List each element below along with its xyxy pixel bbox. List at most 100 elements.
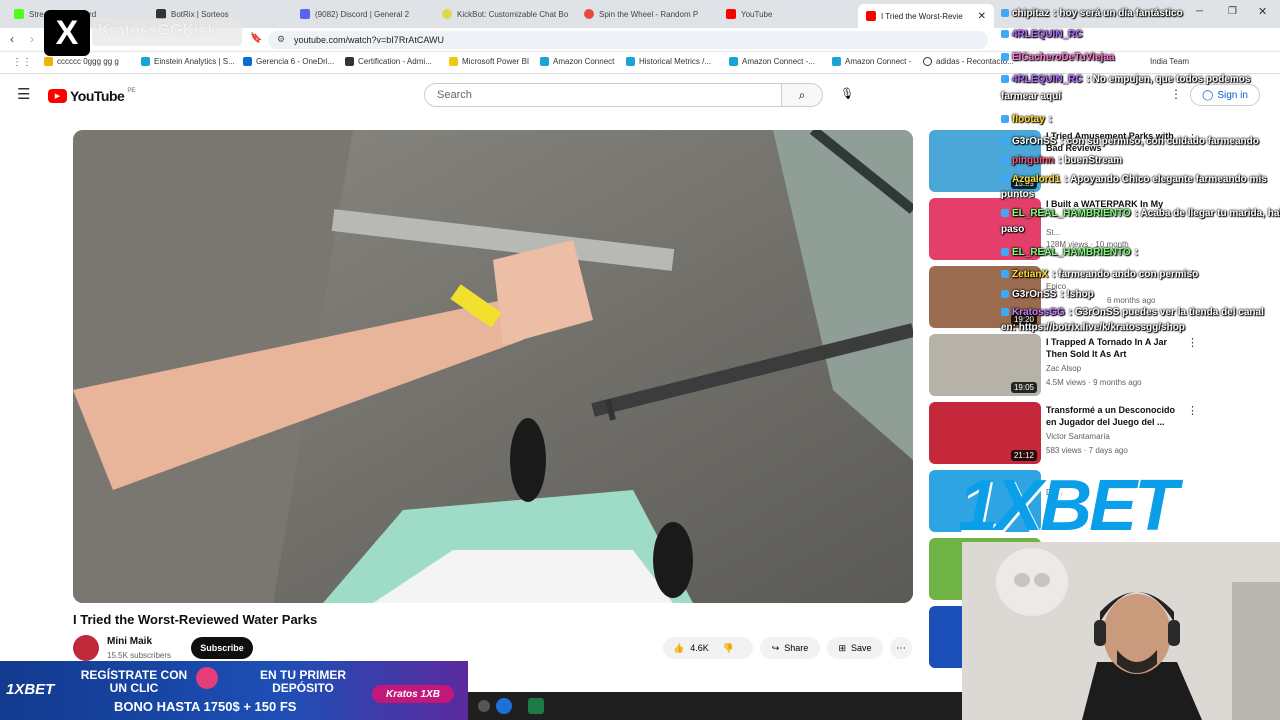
maximize-icon[interactable]: ❐ (1228, 6, 1237, 17)
like-icon[interactable]: 👍 (673, 643, 684, 654)
onedrive-icon (243, 57, 252, 66)
bookmark-item[interactable]: Certification - Admi... (345, 57, 432, 66)
subscribe-button[interactable]: Subscribe (191, 637, 253, 659)
bookmark-item[interactable]: India Team (1150, 57, 1189, 66)
bookmark-item[interactable]: Amazon Connect (540, 57, 614, 66)
share-icon: ↪ (771, 642, 780, 653)
recommended-video[interactable]: 21:12 Transformé a un Desconocido en Jug… (929, 402, 1259, 466)
bookmark-icon[interactable]: 🔖 (250, 33, 262, 44)
chat-username: flootay (1012, 114, 1045, 125)
address-bar[interactable]: ⚙ youtube.com/watch?v=bI7RrAtCAWU (268, 31, 988, 49)
chat-badge-icon (1001, 75, 1009, 84)
chat-message: EL_REAL_HAMBRIENTO: (1001, 247, 1138, 259)
kickbot-icon (442, 9, 452, 19)
chat-message: KratossGG: G3rOnSS puedes ver la tienda … (1001, 307, 1264, 319)
channel-name[interactable]: Mini Maik (107, 636, 152, 647)
bookmark-item[interactable]: Einstein Analytics | S... (141, 57, 235, 66)
chat-text: : con su permiso, con cuidado farmeando (1060, 136, 1259, 147)
webcam-overlay (962, 542, 1280, 720)
video-player[interactable] (73, 130, 913, 603)
amazon-connect-icon (540, 57, 549, 66)
bookmark-item[interactable]: cccccc 0ggg gg g (44, 57, 119, 66)
app-icon[interactable] (478, 700, 490, 712)
chat-text: : (1134, 247, 1139, 258)
adidas-icon (923, 57, 932, 66)
like-dislike-group: 👍 4.6K 👎 (663, 637, 753, 659)
bookmark-item[interactable]: Amazon Connect - (832, 57, 911, 66)
folder-icon (44, 57, 53, 66)
taskbar (468, 692, 962, 720)
bookmark-item[interactable]: Amazon Connect -... (729, 57, 815, 66)
like-count[interactable]: 4.6K (690, 643, 709, 653)
amazon-connect-icon (729, 57, 738, 66)
chat-message: Azgalord1: Apoyando Chico elegante farme… (1001, 174, 1267, 186)
chat-message: en: https://botrix.live/k/kratossgg/shop (1001, 322, 1185, 334)
minimize-icon[interactable]: ─ (1196, 6, 1203, 17)
tab-discord[interactable]: (9082) Discord | General 2 (292, 4, 432, 24)
share-button[interactable]: ↪ Share (760, 637, 820, 659)
chat-message: ZetianX: farmeando ando con permiso (1001, 269, 1198, 281)
x-handle-label: KratossGGKick (92, 18, 242, 46)
search-input[interactable]: Search (424, 83, 782, 107)
excel-icon[interactable] (528, 698, 544, 714)
chat-message: farmear aquí (1001, 91, 1061, 103)
close-window-icon[interactable]: ✕ (1258, 5, 1267, 18)
search-button[interactable]: ⌕ (781, 83, 823, 107)
bookmark-item[interactable]: Microsoft Power BI (449, 57, 529, 66)
app-icon[interactable] (496, 698, 512, 714)
more-options-icon[interactable]: ⋮ (1170, 87, 1182, 101)
kick-icon (14, 9, 24, 19)
menu-icon[interactable]: ☰ (17, 85, 30, 103)
youtube-icon (726, 9, 736, 19)
chat-badge-icon (1001, 248, 1009, 257)
back-icon[interactable]: ‹ (10, 32, 14, 46)
webcam-frame (962, 542, 1280, 720)
chat-badge-icon (1001, 137, 1009, 146)
chat-username: chipitaz (1012, 8, 1050, 19)
chat-text: farmear aquí (1001, 91, 1062, 102)
dislike-icon[interactable]: 👎 (723, 643, 734, 654)
save-button[interactable]: ⊞ Save (827, 637, 883, 659)
chat-username: EL_REAL_HAMBRIENTO (1012, 208, 1131, 219)
chat-username: ElCacheroDeTuViejaa (1012, 52, 1115, 63)
site-info-icon[interactable]: ⚙ (277, 34, 285, 45)
bookmark-item[interactable]: Historical Metrics /... (626, 57, 711, 66)
video-thumbnail[interactable]: 19:05 (929, 334, 1041, 396)
chat-message: G3rOnSS: con su permiso, con cuidado far… (1001, 136, 1259, 148)
tab-spin-wheel[interactable]: Spin the Wheel - Random P (576, 4, 716, 24)
chat-message: 4RLEQUIN_RC: No empujen, que todos podem… (1001, 74, 1250, 86)
recommended-video[interactable]: 19:05 I Trapped A Tornado In A Jar Then … (929, 334, 1259, 398)
wheel-icon (584, 9, 594, 19)
chat-text: : hoy será un día fantástico (1053, 8, 1183, 19)
channel-avatar[interactable] (73, 635, 99, 661)
forward-icon[interactable]: › (30, 32, 34, 46)
video-thumbnail[interactable]: 21:12 (929, 402, 1041, 464)
amazon-connect-icon (626, 57, 635, 66)
roulette-icon (196, 667, 218, 689)
chat-text: : Acaba de llegar tu marida, habran (1134, 208, 1280, 219)
chat-text: : Apoyando Chico elegante farmeando mis (1064, 174, 1267, 185)
more-options-icon[interactable]: ⋮ (1187, 404, 1198, 417)
more-actions-icon[interactable]: ⋯ (890, 637, 912, 659)
chat-message: puntos (1001, 189, 1034, 201)
chat-badge-icon (1001, 175, 1009, 184)
chat-text: : G3rOnSS puedes ver la tienda del canal (1068, 307, 1264, 318)
close-tab-icon[interactable]: ✕ (978, 11, 986, 22)
chat-username: Azgalord1 (1012, 174, 1061, 185)
chat-username: ZetianX (1012, 269, 1049, 280)
discord-icon (300, 9, 310, 19)
chat-badge-icon (1001, 156, 1009, 165)
chat-badge-icon (1001, 308, 1009, 317)
bookmark-item[interactable]: Gerencia 6 - OneDri... (243, 57, 334, 66)
microphone-icon[interactable]: 🎙 (838, 87, 856, 105)
chat-username: KratossGG (1012, 307, 1065, 318)
sign-in-button[interactable]: ◯ Sign in (1190, 84, 1260, 106)
desktop: Stream Dashboard BotRix | Sorteos (9082)… (0, 0, 1280, 720)
more-options-icon[interactable]: ⋮ (1187, 336, 1198, 349)
tab-active-video[interactable]: I Tried the Worst-Revie ✕ (858, 4, 994, 28)
youtube-logo[interactable]: ▶ YouTube PE (48, 88, 135, 104)
tab-youtube[interactable]: YouTube (718, 4, 858, 24)
tab-kickbot[interactable]: KickBot: Customizable Chat Bo (434, 4, 574, 24)
powerbi-icon (449, 57, 458, 66)
apps-grid-icon[interactable]: ⋮⋮ (12, 57, 32, 68)
